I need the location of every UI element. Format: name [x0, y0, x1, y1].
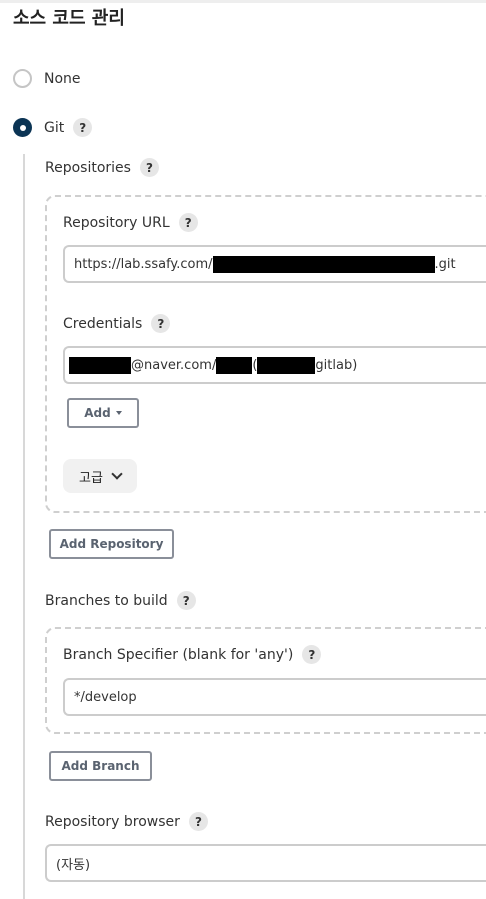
repo-url-input[interactable]: https://lab.ssafy.com/ .git [63, 245, 486, 283]
caret-down-icon [115, 411, 122, 415]
help-icon[interactable]: ? [73, 118, 93, 137]
radio-git-label: Git [44, 119, 65, 136]
redacted-block [257, 356, 316, 374]
redacted-block [212, 255, 435, 273]
redacted-block [69, 356, 131, 374]
repo-url-label-row: Repository URL ? [63, 213, 198, 232]
credentials-suffix: gitlab) [315, 357, 358, 373]
repositories-label-row: Repositories ? [45, 158, 159, 177]
repository-browser-value: (자동) [56, 857, 91, 873]
branches-label: Branches to build [45, 592, 168, 609]
radio-git[interactable] [13, 118, 32, 137]
repository-browser-select[interactable]: (자동) [45, 844, 486, 882]
branches-label-row: Branches to build ? [45, 591, 196, 610]
credentials-label-row: Credentials ? [63, 314, 171, 333]
repositories-label: Repositories [45, 159, 131, 176]
branch-specifier-label-row: Branch Specifier (blank for 'any') ? [63, 645, 322, 664]
repo-url-label: Repository URL [63, 214, 170, 231]
credentials-mid: @naver.com/ [131, 357, 217, 373]
add-label: Add [84, 406, 111, 420]
section-title: 소스 코드 관리 [13, 8, 125, 29]
help-icon[interactable]: ? [151, 314, 171, 333]
credentials-label: Credentials [63, 315, 143, 332]
branch-specifier-label: Branch Specifier (blank for 'any') [63, 646, 294, 663]
branch-specifier-value: */develop [74, 689, 137, 705]
branch-specifier-input[interactable]: */develop [63, 678, 486, 716]
help-icon[interactable]: ? [188, 812, 208, 831]
advanced-label: 고급 [79, 470, 103, 486]
add-repository-button[interactable]: Add Repository [49, 529, 174, 559]
radio-none-label: None [44, 70, 81, 87]
credentials-select[interactable]: @naver.com/ (gitlab) [63, 346, 486, 384]
add-branch-button[interactable]: Add Branch [49, 751, 152, 781]
help-icon[interactable]: ? [139, 158, 159, 177]
help-icon[interactable]: ? [302, 645, 322, 664]
repo-url-prefix: https://lab.ssafy.com/ [74, 256, 213, 272]
add-credentials-button[interactable]: Add [67, 398, 139, 428]
radio-option-git[interactable]: Git ? [13, 118, 93, 137]
help-icon[interactable]: ? [178, 213, 198, 232]
repository-browser-label: Repository browser [45, 813, 180, 830]
nested-section-line [23, 154, 25, 899]
radio-none[interactable] [13, 69, 32, 88]
help-icon[interactable]: ? [176, 591, 196, 610]
repo-url-suffix: .git [434, 256, 456, 272]
top-divider [0, 0, 486, 3]
advanced-button[interactable]: 고급 [63, 459, 137, 493]
redacted-block [216, 356, 253, 374]
chevron-down-icon [111, 468, 123, 480]
radio-option-none[interactable]: None [13, 69, 81, 88]
repository-browser-label-row: Repository browser ? [45, 812, 208, 831]
